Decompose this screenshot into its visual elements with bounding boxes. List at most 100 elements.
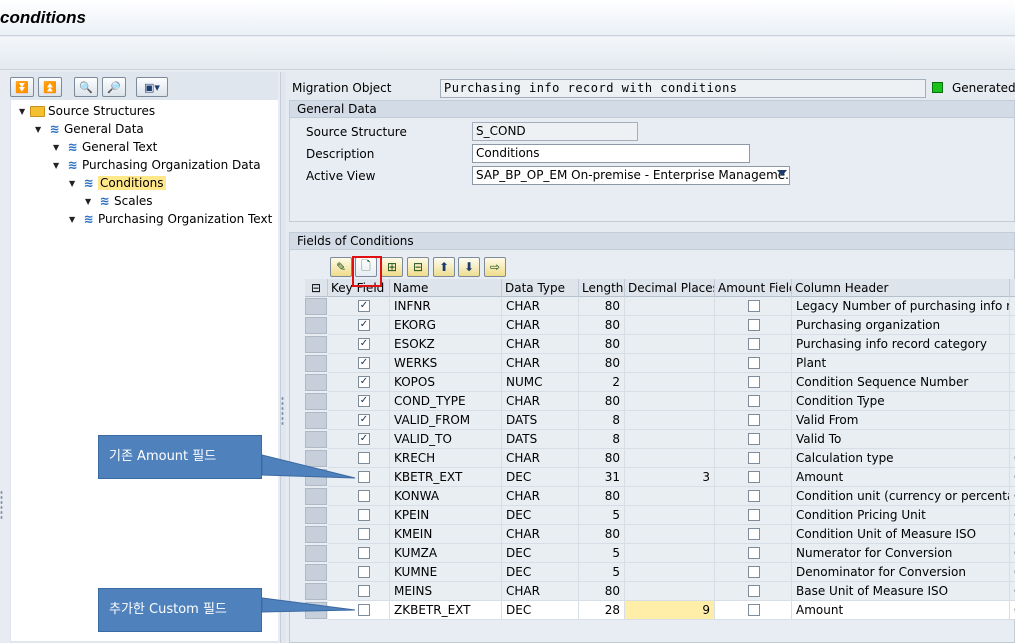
row-selector[interactable] [305,602,327,619]
table-row[interactable]: ZKBETR_EXTDEC289 AmountC [305,601,1015,620]
length-cell[interactable]: 28 [579,601,625,620]
amount-field-checkbox[interactable] [748,433,760,445]
migration-object-field[interactable]: Purchasing info record with conditions [440,79,926,98]
column-header-data-type[interactable]: Data Type [502,279,579,297]
row-selector[interactable] [305,507,327,524]
delete-row-button[interactable]: ⊟ [407,257,429,277]
move-down-button[interactable]: ⬇ [458,257,480,277]
column-header-overflow[interactable] [1010,279,1015,297]
export-button[interactable]: ⇨ [484,257,506,277]
key-field-checkbox[interactable]: ✓ [358,338,370,350]
tree-node[interactable]: ▼ ≋ General Data [35,120,144,138]
column-header-name[interactable]: Name [390,279,502,297]
expand-triangle-icon[interactable]: ▼ [35,125,43,134]
key-field-checkbox[interactable] [358,585,370,597]
tree-node[interactable]: ▼ ≋ General Text [53,138,157,156]
amount-field-checkbox[interactable] [748,319,760,331]
row-selector[interactable] [305,545,327,562]
table-row[interactable]: ✓ ESOKZ CHAR 80 Purchasing info record categ… [305,335,1015,354]
active-view-dropdown[interactable]: SAP_BP_OP_EM On-premise - Enterprise Man… [472,166,790,185]
column-header-column-header[interactable]: Column Header [792,279,1010,297]
column-header-cell[interactable]: Amount [792,601,1010,620]
row-selector[interactable] [305,564,327,581]
key-field-checkbox[interactable]: ✓ [358,414,370,426]
key-field-checkbox[interactable]: ✓ [358,395,370,407]
table-row[interactable]: KPEINDEC5 Condition Pricing UnitC [305,506,1015,525]
table-row[interactable]: KUMNEDEC5 Denominator for ConversionC [305,563,1015,582]
tree-node[interactable]: ▼ ≋ Purchasing Organization Data [53,156,261,174]
decimal-places-cell[interactable]: 9 [625,601,715,620]
table-row[interactable]: KRECHCHAR80 Calculation typeC [305,449,1015,468]
row-selector[interactable] [305,469,327,486]
layout-menu-button[interactable]: ▣▾ [136,77,168,97]
expand-triangle-icon[interactable]: ▼ [85,197,93,206]
expand-triangle-icon[interactable]: ▼ [69,215,77,224]
expand-triangle-icon[interactable]: ▼ [19,107,27,116]
key-field-checkbox[interactable]: ✓ [358,357,370,369]
table-row[interactable]: ✓ VALID_FROMDATS8 Valid FromH [305,411,1015,430]
row-selector[interactable] [305,336,327,353]
amount-field-checkbox[interactable] [748,490,760,502]
column-header-length[interactable]: Length [579,279,625,297]
column-header-amount-field[interactable]: Amount Field [715,279,792,297]
row-selector[interactable] [305,412,327,429]
tree-node[interactable]: ▼ ≋ Purchasing Organization Text [69,210,272,228]
left-edge-grip[interactable] [0,490,3,520]
insert-row-button[interactable]: ⊞ [381,257,403,277]
tree-node[interactable]: ▼ ≋ Scales [85,192,153,210]
table-row[interactable]: MEINSCHAR80 Base Unit of Measure ISOC [305,582,1015,601]
select-all-icon[interactable]: ⊟ [305,279,328,297]
amount-field-checkbox-cell[interactable] [715,601,792,620]
row-selector[interactable] [305,374,327,391]
table-row[interactable]: ✓ COND_TYPECHAR80 Condition TypeH [305,392,1015,411]
amount-field-checkbox[interactable] [748,357,760,369]
table-row[interactable]: KONWA CHAR 80 Condition unit (currency or p… [305,487,1015,506]
key-field-checkbox[interactable]: ✓ [358,433,370,445]
find-next-button[interactable]: 🔎 [102,77,126,97]
collapse-all-button[interactable]: ⏫ [38,77,62,97]
overflow-cell[interactable]: C [1010,601,1015,620]
expand-triangle-icon[interactable]: ▼ [53,161,61,170]
row-selector[interactable] [305,317,327,334]
table-row[interactable]: ✓ VALID_TODATS8 Valid ToH [305,430,1015,449]
description-field[interactable]: Conditions [472,144,750,163]
expand-triangle-icon[interactable]: ▼ [53,143,61,152]
amount-field-checkbox[interactable] [748,509,760,521]
row-selector[interactable] [305,431,327,448]
table-row[interactable]: ✓ INFNR CHAR 80 Legacy Number of purchasing … [305,297,1015,316]
row-selector[interactable] [305,526,327,543]
amount-field-checkbox[interactable] [748,471,760,483]
amount-field-checkbox[interactable] [748,338,760,350]
tree-node[interactable]: ▼ Source Structures [19,102,155,120]
key-field-checkbox[interactable] [358,490,370,502]
table-row[interactable]: ✓ EKORGCHAR80 Purchasing organizationH [305,316,1015,335]
amount-field-checkbox[interactable] [748,414,760,426]
key-field-checkbox[interactable] [358,604,370,616]
row-selector[interactable] [305,393,327,410]
table-row[interactable]: KUMZADEC5 Numerator for ConversionC [305,544,1015,563]
amount-field-checkbox[interactable] [748,566,760,578]
column-header-decimal-places[interactable]: Decimal Places [625,279,715,297]
amount-field-checkbox[interactable] [748,604,760,616]
data-type-cell[interactable]: DEC [502,601,579,620]
splitter-grip[interactable] [281,396,284,426]
amount-field-checkbox[interactable] [748,300,760,312]
amount-field-checkbox[interactable] [748,452,760,464]
field-name-cell[interactable]: ZKBETR_EXT [390,601,502,620]
amount-field-checkbox[interactable] [748,395,760,407]
key-field-checkbox[interactable] [358,547,370,559]
row-selector[interactable] [305,298,327,315]
edit-toggle-button[interactable]: ✎ [330,257,352,277]
row-selector[interactable] [305,488,327,505]
key-field-checkbox[interactable] [358,566,370,578]
amount-field-checkbox[interactable] [748,376,760,388]
key-field-checkbox[interactable] [358,452,370,464]
key-field-checkbox[interactable] [358,509,370,521]
row-selector[interactable] [305,583,327,600]
source-structure-field[interactable]: S_COND [472,122,638,141]
key-field-checkbox[interactable]: ✓ [358,376,370,388]
amount-field-checkbox[interactable] [748,585,760,597]
table-row[interactable]: KBETR_EXTDEC313 AmountC [305,468,1015,487]
tree-node[interactable]: ▼ ≋ Conditions [69,174,166,192]
row-selector[interactable] [305,450,327,467]
